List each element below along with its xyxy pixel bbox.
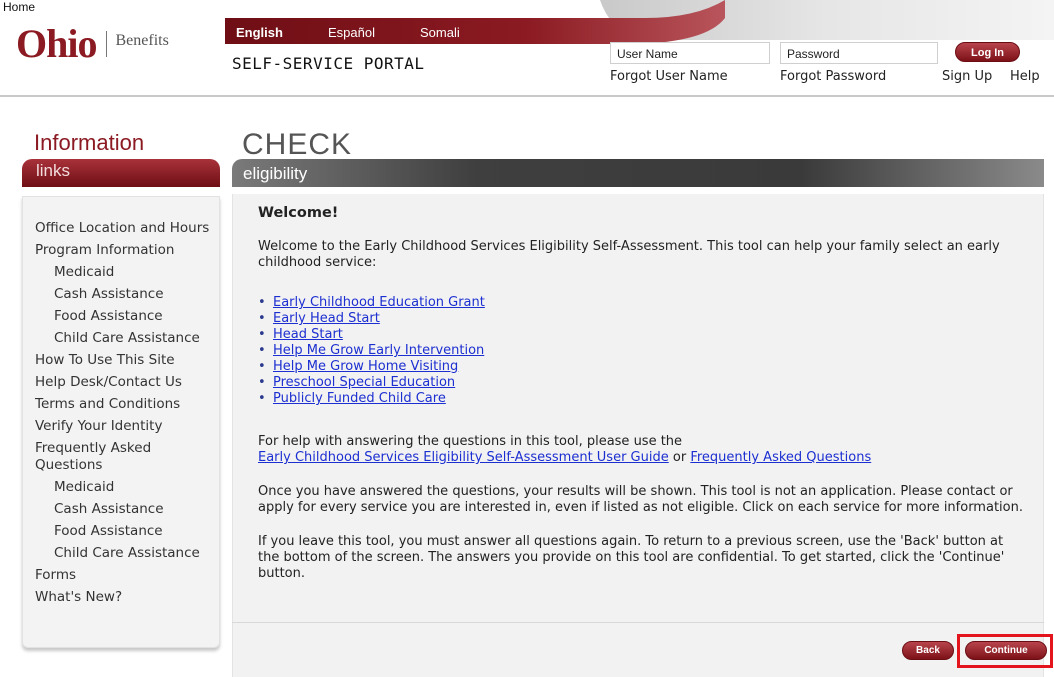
service-list-item: • Preschool Special Education: [258, 375, 1028, 391]
bullet-icon: •: [258, 311, 266, 326]
sidebar-item[interactable]: What's New?: [35, 589, 220, 606]
bullet-icon: •: [258, 391, 266, 406]
logo-ohio-text: Ohio: [16, 21, 97, 66]
logo-benefits-text: Benefits: [115, 32, 169, 49]
sidebar-nav: Office Location and Hours Program Informa…: [35, 220, 220, 611]
sidebar-item[interactable]: Child Care Assistance: [35, 545, 220, 562]
home-link[interactable]: Home: [3, 0, 35, 14]
bullet-icon: •: [258, 343, 266, 358]
help-prefix-text: For help with answering the questions in…: [258, 434, 683, 449]
intro-paragraph: Welcome to the Early Childhood Services …: [258, 239, 1000, 270]
service-list-item: • Help Me Grow Home Visiting: [258, 359, 1028, 375]
bullet-icon: •: [258, 295, 266, 310]
header-divider: [0, 95, 1054, 97]
results-paragraph: Once you have answered the questions, yo…: [258, 484, 1023, 515]
sidebar-heading: Information: [34, 130, 145, 155]
main-tab: [232, 159, 1044, 187]
ohio-benefits-logo[interactable]: Ohio Benefits: [16, 20, 169, 68]
language-english-link[interactable]: English: [236, 25, 283, 40]
leave-paragraph: If you leave this tool, you must answer …: [258, 534, 1005, 581]
help-paragraph: For help with answering the questions in…: [258, 434, 1028, 466]
bullet-icon: •: [258, 359, 266, 374]
bullet-icon: •: [258, 375, 266, 390]
sidebar-item[interactable]: Program Information: [35, 242, 220, 259]
forgot-username-link[interactable]: Forgot User Name: [610, 69, 728, 84]
service-link[interactable]: Help Me Grow Home Visiting: [273, 359, 458, 375]
service-list-item: • Help Me Grow Early Intervention: [258, 343, 1028, 359]
username-input[interactable]: User Name: [610, 42, 770, 64]
language-band-shape: [225, 0, 725, 44]
sidebar-item[interactable]: Cash Assistance: [35, 286, 220, 303]
button-divider: [232, 622, 1044, 623]
sidebar-item[interactable]: Help Desk/Contact Us: [35, 374, 220, 391]
page-title: CHECK: [242, 128, 353, 161]
logo-divider: [106, 31, 108, 57]
service-link[interactable]: Head Start: [273, 327, 343, 343]
language-spanish-link[interactable]: Español: [328, 25, 375, 40]
service-link[interactable]: Early Head Start: [273, 311, 380, 327]
user-guide-link[interactable]: Early Childhood Services Eligibility Sel…: [258, 450, 669, 465]
service-link[interactable]: Early Childhood Education Grant: [273, 295, 485, 311]
sidebar-item[interactable]: Forms: [35, 567, 220, 584]
sign-up-link[interactable]: Sign Up: [942, 69, 992, 84]
sidebar-item[interactable]: How To Use This Site: [35, 352, 220, 369]
sidebar-item[interactable]: Office Location and Hours: [35, 220, 220, 237]
sidebar-item[interactable]: Food Assistance: [35, 308, 220, 325]
forgot-password-link[interactable]: Forgot Password: [780, 69, 886, 84]
language-somali-link[interactable]: Somali: [420, 25, 460, 40]
or-text: or: [672, 450, 687, 465]
service-list-item: • Head Start: [258, 327, 1028, 343]
faq-link[interactable]: Frequently Asked Questions: [690, 450, 871, 465]
sidebar-item[interactable]: Frequently Asked Questions: [35, 440, 220, 474]
main-tab-label: eligibility: [243, 164, 308, 183]
continue-button[interactable]: Continue: [965, 641, 1047, 660]
service-link[interactable]: Help Me Grow Early Intervention: [273, 343, 484, 359]
sidebar-item[interactable]: Child Care Assistance: [35, 330, 220, 347]
service-link[interactable]: Publicly Funded Child Care: [273, 391, 446, 407]
service-list: • Early Childhood Education Grant • Early H…: [258, 295, 1028, 407]
sidebar-item[interactable]: Cash Assistance: [35, 501, 220, 518]
bullet-icon: •: [258, 327, 266, 342]
login-button[interactable]: Log In: [955, 42, 1020, 62]
service-link[interactable]: Preschool Special Education: [273, 375, 455, 391]
back-button[interactable]: Back: [902, 641, 954, 660]
sidebar-item[interactable]: Verify Your Identity: [35, 418, 220, 435]
sidebar-item[interactable]: Medicaid: [35, 264, 220, 281]
language-band: [225, 0, 725, 44]
sidebar-item[interactable]: Food Assistance: [35, 523, 220, 540]
sidebar-tab-label: links: [36, 161, 71, 180]
service-list-item: • Early Childhood Education Grant: [258, 295, 1028, 311]
sidebar-item[interactable]: Medicaid: [35, 479, 220, 496]
password-input[interactable]: Password: [780, 42, 938, 64]
help-link[interactable]: Help: [1010, 69, 1040, 84]
portal-title: SELF-SERVICE PORTAL: [232, 54, 425, 73]
site-header: Home Ohio Benefits English Español Somal…: [0, 0, 1054, 96]
welcome-heading: Welcome!: [258, 205, 339, 221]
service-list-item: • Publicly Funded Child Care: [258, 391, 1028, 407]
service-list-item: • Early Head Start: [258, 311, 1028, 327]
sidebar-item[interactable]: Terms and Conditions: [35, 396, 220, 413]
main-content: Welcome! Welcome to the Early Childhood …: [258, 205, 1028, 582]
